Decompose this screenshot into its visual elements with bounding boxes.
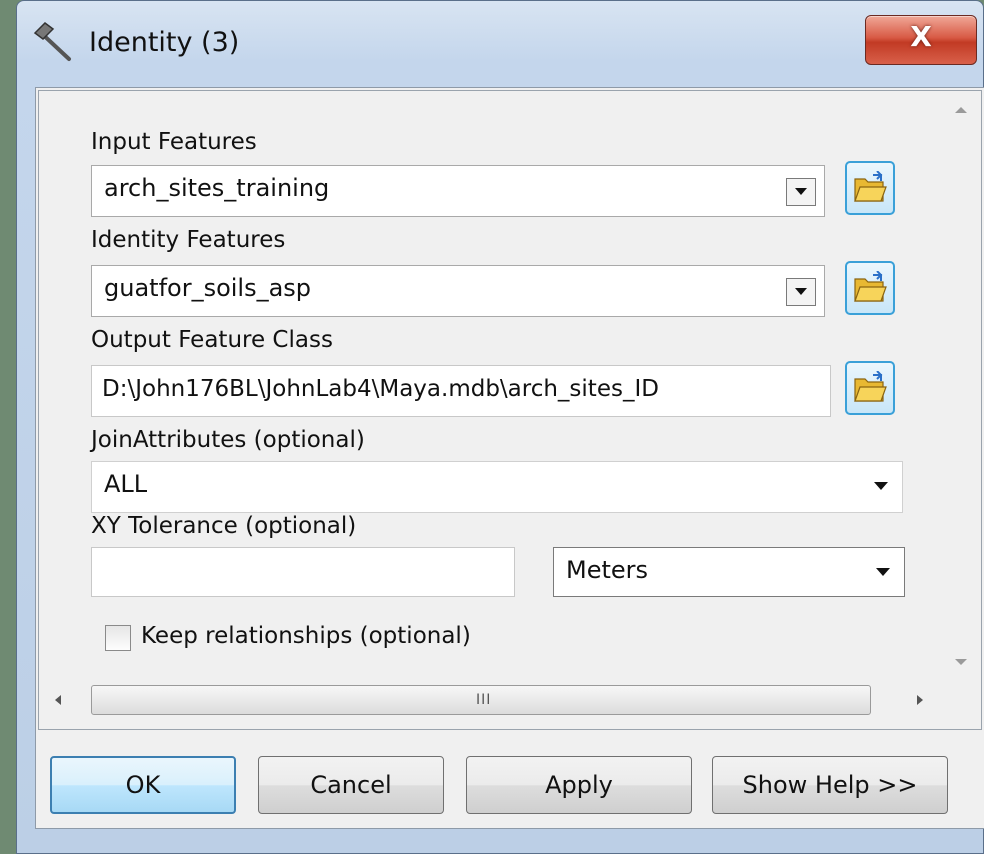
chevron-down-icon[interactable] <box>786 178 816 206</box>
xy-tolerance-input[interactable] <box>91 547 515 597</box>
open-folder-icon <box>854 171 887 202</box>
identity-dialog: Identity (3) X Input Features arch_sites… <box>16 0 984 854</box>
xy-tolerance-label: XY Tolerance (optional) <box>91 513 357 539</box>
close-button[interactable]: X <box>865 15 977 65</box>
input-features-value: arch_sites_training <box>104 174 330 202</box>
input-features-browse-button[interactable] <box>845 161 895 215</box>
scrollbar-grip: III <box>476 692 492 708</box>
identity-features-combo[interactable]: guatfor_soils_asp <box>91 265 825 317</box>
title-bar[interactable]: Identity (3) X <box>17 1 983 87</box>
dialog-body: Input Features arch_sites_training Ident… <box>35 87 984 829</box>
window-title: Identity (3) <box>89 27 240 58</box>
output-feature-class-input[interactable]: D:\John176BL\JohnLab4\Maya.mdb\arch_site… <box>91 365 831 417</box>
ok-button[interactable]: OK <box>50 756 236 814</box>
apply-button[interactable]: Apply <box>466 756 692 814</box>
xy-tolerance-units-value: Meters <box>566 556 649 584</box>
input-features-label: Input Features <box>91 129 257 155</box>
xy-tolerance-units-select[interactable]: Meters <box>553 547 905 597</box>
join-attributes-label: JoinAttributes (optional) <box>91 427 365 453</box>
keep-relationships-label: Keep relationships (optional) <box>141 623 471 649</box>
input-features-combo[interactable]: arch_sites_training <box>91 165 825 217</box>
horizontal-scrollbar[interactable]: III <box>39 679 939 723</box>
chevron-down-icon[interactable] <box>786 278 816 306</box>
cancel-button[interactable]: Cancel <box>258 756 444 814</box>
identity-features-browse-button[interactable] <box>845 261 895 315</box>
identity-features-value: guatfor_soils_asp <box>104 274 312 302</box>
open-folder-icon <box>854 371 887 402</box>
output-feature-class-label: Output Feature Class <box>91 327 333 353</box>
output-feature-class-value: D:\John176BL\JohnLab4\Maya.mdb\arch_site… <box>102 376 659 402</box>
join-attributes-value: ALL <box>104 470 148 498</box>
vertical-scrollbar[interactable] <box>941 91 981 675</box>
join-attributes-select[interactable]: ALL <box>91 461 903 513</box>
show-help-button[interactable]: Show Help >> <box>712 756 948 814</box>
keep-relationships-checkbox[interactable] <box>105 625 131 651</box>
parameters-pane: Input Features arch_sites_training Ident… <box>38 90 982 730</box>
scrollbar-thumb[interactable]: III <box>91 685 871 715</box>
close-icon: X <box>910 20 932 53</box>
scroll-right-icon[interactable] <box>917 695 923 705</box>
identity-features-label: Identity Features <box>91 227 286 253</box>
scroll-up-icon[interactable] <box>955 107 967 113</box>
scroll-down-icon[interactable] <box>955 659 967 665</box>
hammer-icon <box>33 22 71 61</box>
scroll-left-icon[interactable] <box>55 695 61 705</box>
output-feature-class-browse-button[interactable] <box>845 361 895 415</box>
open-folder-icon <box>854 271 887 302</box>
